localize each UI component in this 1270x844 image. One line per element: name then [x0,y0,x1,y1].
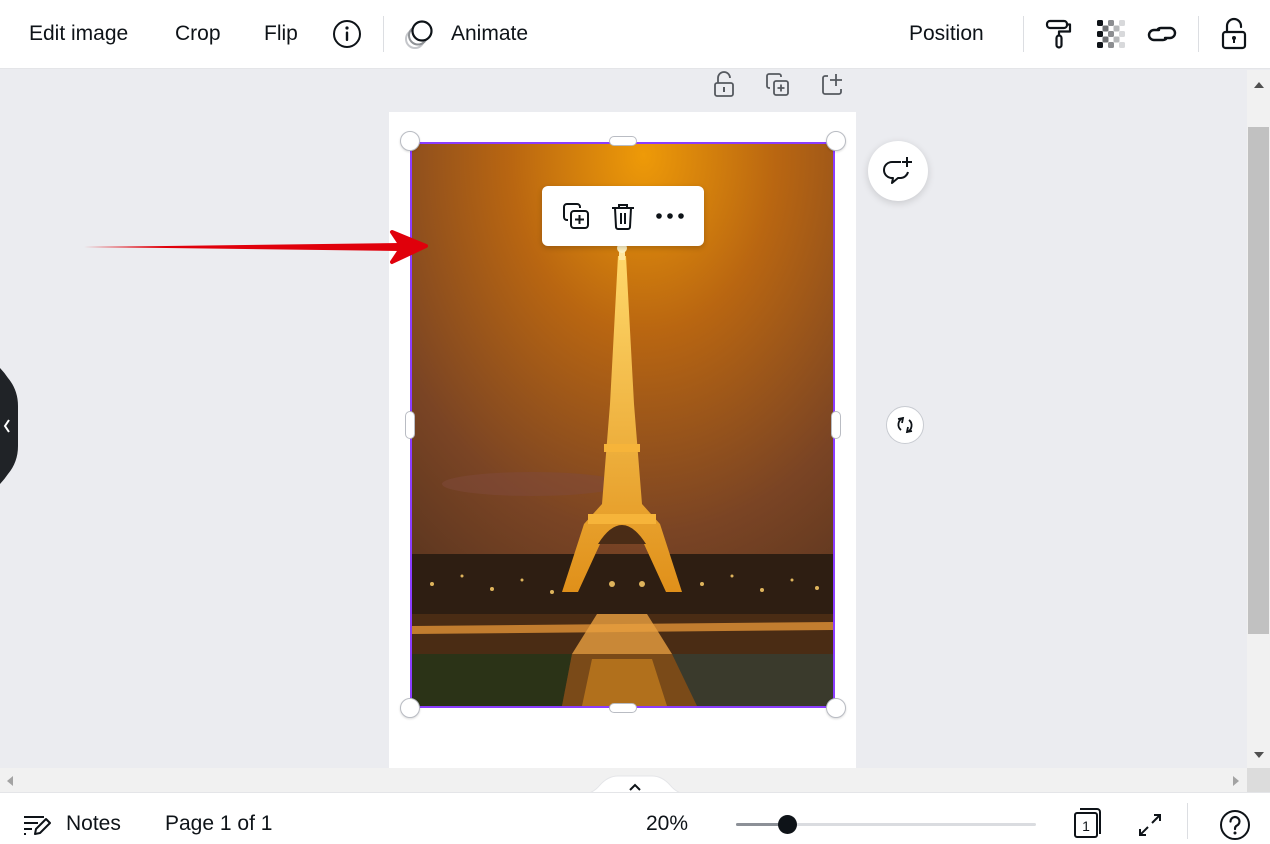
resize-handle-top[interactable] [609,136,637,146]
lock-button[interactable] [1216,16,1252,52]
triangle-down-icon [1253,751,1264,758]
unlock-icon [714,71,734,97]
help-icon [1220,810,1250,840]
animate-icon-wrap[interactable] [402,16,438,52]
resize-handle-bottom[interactable] [609,703,637,713]
side-panel-toggle[interactable] [0,356,18,496]
animate-button[interactable]: Animate [451,18,528,50]
city-skyline [412,554,833,614]
top-toolbar: Edit image Crop Flip Animate Position [0,0,1270,69]
duplicate-icon [562,203,589,229]
edit-image-button[interactable]: Edit image [29,18,128,50]
resize-handle-left[interactable] [405,411,415,439]
lock-page-button[interactable] [710,70,738,100]
unlock-icon [1221,17,1247,50]
scrollbar-corner [1247,768,1270,792]
bottom-divider [1187,803,1188,839]
delete-button[interactable] [605,198,641,234]
paint-roller-icon [1045,19,1072,49]
page-count: 1 [1082,818,1090,834]
notes-button[interactable]: Notes [66,811,121,837]
page-actions [710,70,846,100]
info-button[interactable] [329,16,365,52]
scroll-left-button[interactable] [0,772,20,789]
scroll-down-button[interactable] [1247,746,1270,763]
gardens [412,654,572,706]
element-context-menu [542,186,704,246]
scroll-up-button[interactable] [1247,76,1270,93]
add-comment-icon [883,157,912,184]
duplicate-page-icon [766,73,789,96]
notes-icon [24,816,51,835]
scroll-right-button[interactable] [1226,772,1246,789]
info-icon [333,20,361,48]
more-options-button[interactable] [652,198,688,234]
page-indicator: Page 1 of 1 [165,812,273,835]
vertical-scroll-thumb[interactable] [1248,127,1269,634]
resize-handle-top-right[interactable] [826,131,846,151]
help-button[interactable] [1217,807,1253,843]
expand-icon [1139,814,1161,836]
copy-style-button[interactable] [1041,16,1077,52]
add-page-icon [822,74,842,95]
link-icon [1147,26,1177,42]
design-canvas[interactable] [0,70,1247,768]
flip-button[interactable]: Flip [264,18,298,50]
trash-icon [611,204,634,230]
bottom-bar: Notes Page 1 of 1 20% 1 [0,792,1270,844]
resize-handle-top-left[interactable] [400,131,420,151]
page-grid-button[interactable]: 1 [1071,805,1107,841]
crop-button[interactable]: Crop [175,18,221,50]
vertical-scrollbar[interactable] [1247,70,1270,768]
resize-handle-bottom-right[interactable] [826,698,846,718]
pages-icon: 1 [1074,808,1101,838]
triangle-left-icon [7,775,13,786]
position-button[interactable]: Position [909,18,984,50]
toolbar-divider [1198,16,1199,52]
add-comment-button[interactable] [868,141,928,201]
add-page-button[interactable] [818,70,846,100]
animate-icon [405,20,433,49]
rotate-button[interactable] [886,406,924,444]
zoom-level[interactable]: 20% [646,811,688,837]
duplicate-page-button[interactable] [764,70,792,100]
toolbar-divider [1023,16,1024,52]
triangle-right-icon [1233,775,1239,786]
resize-handle-bottom-left[interactable] [400,698,420,718]
fullscreen-button[interactable] [1132,807,1168,843]
transparency-icon [1097,20,1125,48]
toolbar-divider [383,16,384,52]
link-button[interactable] [1144,16,1180,52]
more-icon [656,213,685,219]
transparency-button[interactable] [1093,16,1129,52]
resize-handle-right[interactable] [831,411,841,439]
zoom-slider[interactable] [736,815,1036,834]
triangle-up-icon [1253,81,1264,88]
zoom-slider-knob[interactable] [778,815,797,834]
duplicate-button[interactable] [558,198,594,234]
rotate-icon [897,416,913,434]
annotation-arrow [84,230,428,264]
notes-icon-wrap[interactable] [18,807,54,843]
